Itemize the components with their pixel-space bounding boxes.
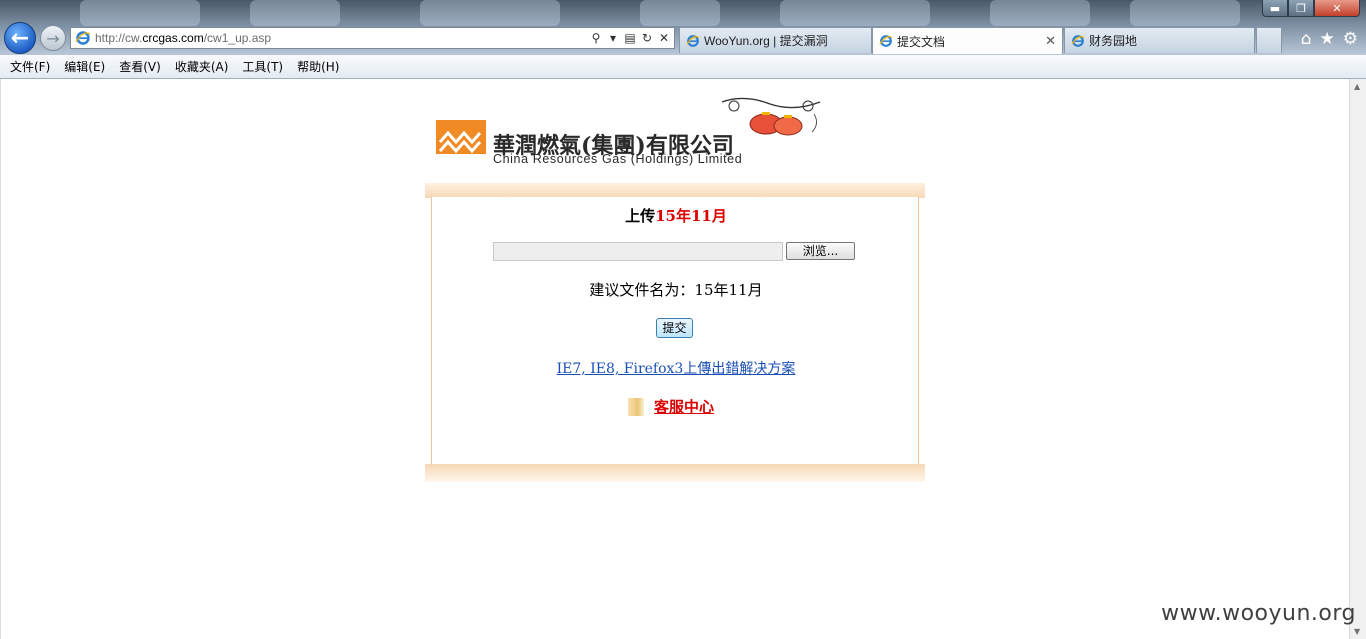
lantern-decoration-icon <box>721 97 821 136</box>
submit-button[interactable]: 提交 <box>656 318 693 338</box>
upload-title: 上传15年11月 <box>625 207 727 225</box>
logo-mark-icon <box>436 120 486 154</box>
tab-submit-document[interactable]: 提交文档 ✕ <box>872 27 1063 54</box>
menu-tools[interactable]: 工具(T) <box>236 58 289 75</box>
browse-button[interactable]: 浏览... <box>786 242 855 260</box>
menu-view[interactable]: 查看(V) <box>113 58 167 75</box>
star-icon[interactable]: ★ <box>1320 29 1335 49</box>
forward-button[interactable]: → <box>40 25 66 51</box>
close-window-button[interactable]: ✕ <box>1314 0 1360 17</box>
company-logo: 華潤燃氣(集團)有限公司 China Resources Gas (Holdin… <box>436 96 826 170</box>
menu-help[interactable]: 帮助(H) <box>291 58 345 75</box>
ie-icon <box>879 35 893 47</box>
upload-panel: 上传15年11月 浏览... 建议文件名为：15年11月 提交 IE7, IE8… <box>431 197 919 465</box>
tab-label: WooYun.org | 提交漏洞 <box>704 34 828 48</box>
forward-arrow-icon: → <box>46 28 60 48</box>
window-controls: ▬ ❐ ✕ <box>1262 0 1360 18</box>
tab-wooyun[interactable]: WooYun.org | 提交漏洞 <box>679 27 872 53</box>
file-path-input[interactable] <box>493 241 783 261</box>
watermark: www.wooyun.org <box>1161 601 1356 626</box>
tab-label: 财务园地 <box>1089 34 1138 48</box>
tab-finance[interactable]: 财务园地 <box>1064 27 1255 53</box>
browser-toolbar-icons: ⌂ ★ ⚙ <box>1301 29 1358 49</box>
suggested-filename-text: 建议文件名为：15年11月 <box>589 281 763 299</box>
tab-label: 提交文档 <box>897 34 946 49</box>
logo-english-name: China Resources Gas (Holdings) Limited <box>493 152 743 166</box>
scroll-down-icon[interactable]: ▼ <box>1354 627 1360 636</box>
scroll-up-icon[interactable]: ▲ <box>1354 82 1360 91</box>
vertical-scrollbar[interactable]: ▲ ▼ <box>1349 79 1366 639</box>
upload-error-help-link[interactable]: IE7, IE8, Firefox3上傳出錯解决方案 <box>432 358 920 378</box>
ie-icon <box>686 34 700 47</box>
panel-top-border <box>425 183 925 198</box>
minimize-button[interactable]: ▬ <box>1262 0 1288 17</box>
customer-service-link[interactable]: 客服中心 <box>654 396 714 417</box>
search-icon[interactable]: ⚲ <box>589 31 603 45</box>
menu-favorites[interactable]: 收藏夹(A) <box>169 58 235 75</box>
book-icon <box>628 397 644 416</box>
ie-icon <box>75 31 91 45</box>
stop-icon[interactable]: ✕ <box>657 31 671 45</box>
menu-file[interactable]: 文件(F) <box>4 58 56 75</box>
ie-icon <box>1071 34 1085 47</box>
menu-edit[interactable]: 编辑(E) <box>58 58 111 75</box>
home-icon[interactable]: ⌂ <box>1301 29 1312 49</box>
gear-icon[interactable]: ⚙ <box>1343 29 1358 49</box>
browser-chrome: ▬ ❐ ✕ ← → http://cw.crcgas.com/cw1_up.as… <box>0 0 1366 55</box>
customer-service-row: 客服中心 <box>628 396 714 417</box>
dropdown-arrow-icon[interactable]: ▾ <box>606 31 620 45</box>
panel-bottom-border <box>425 464 925 482</box>
address-url[interactable]: http://cw.crcgas.com/cw1_up.asp <box>95 31 589 45</box>
back-arrow-icon: ← <box>10 25 30 51</box>
back-button[interactable]: ← <box>4 22 36 54</box>
close-tab-icon[interactable]: ✕ <box>1045 33 1056 49</box>
new-tab-button[interactable] <box>1256 27 1282 53</box>
address-bar[interactable]: http://cw.crcgas.com/cw1_up.asp ⚲ ▾ ▤ ↻ … <box>70 27 675 49</box>
file-upload-row: 浏览... <box>493 241 855 261</box>
refresh-icon[interactable]: ↻ <box>640 31 654 45</box>
compat-view-icon[interactable]: ▤ <box>623 31 637 45</box>
menu-bar: 文件(F) 编辑(E) 查看(V) 收藏夹(A) 工具(T) 帮助(H) <box>0 55 1366 79</box>
maximize-button[interactable]: ❐ <box>1288 0 1314 17</box>
